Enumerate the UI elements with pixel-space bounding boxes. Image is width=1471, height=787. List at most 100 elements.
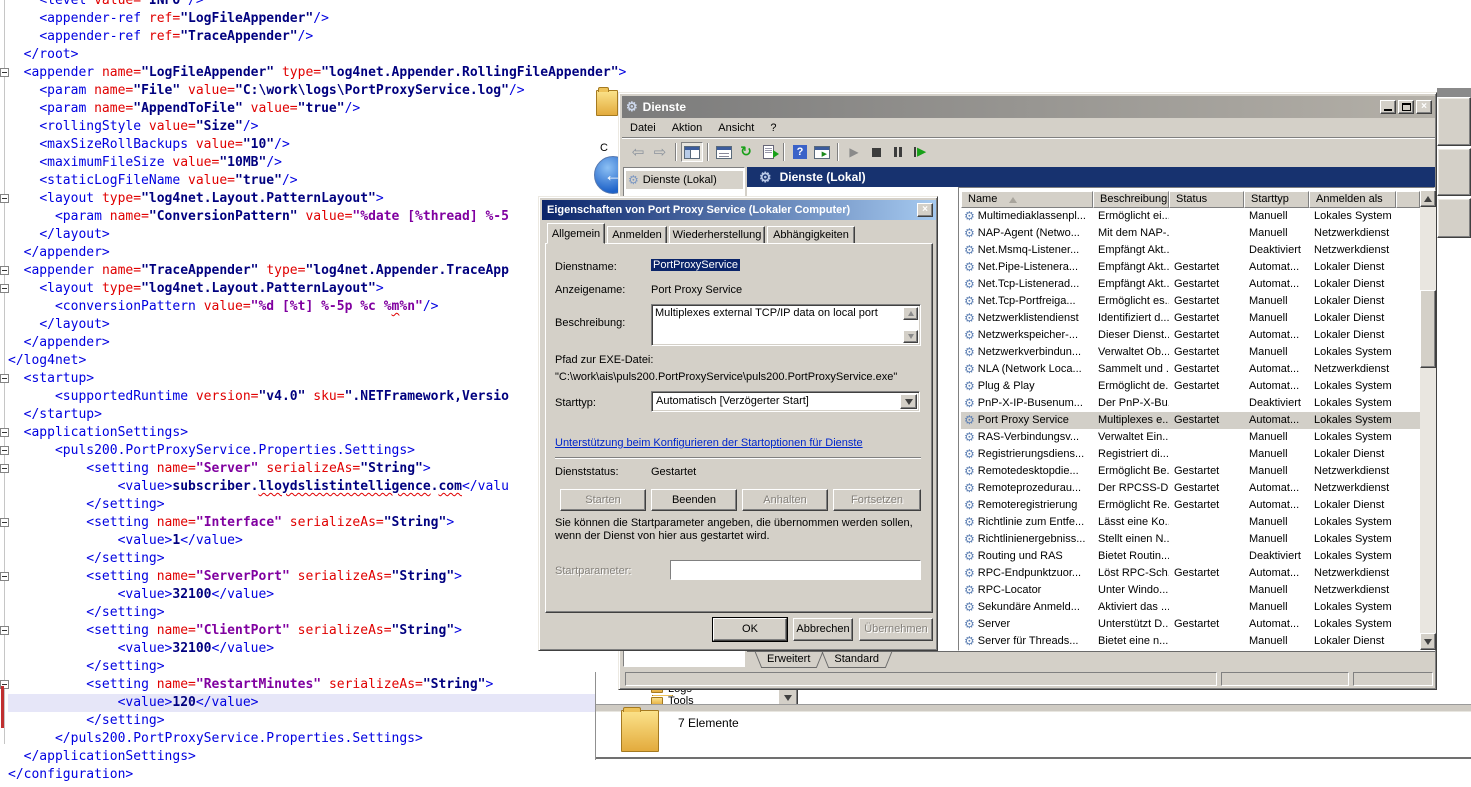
table-row[interactable]: Remotedesktopdie...Ermöglicht Be...Gesta… (961, 463, 1420, 480)
minimize-button[interactable] (1380, 100, 1396, 114)
code-line: </layout> (8, 226, 110, 244)
service-starttype-cell: Automat... (1244, 616, 1309, 633)
service-gear-icon (964, 446, 975, 463)
service-gear-icon (964, 633, 975, 650)
service-logon-cell: Lokaler Dienst (1309, 293, 1396, 310)
tab-abhaengigkeiten[interactable]: Abhängigkeiten (767, 226, 855, 244)
back-button[interactable]: ⇦ (627, 142, 649, 162)
tab-anmelden[interactable]: Anmelden (607, 226, 667, 244)
tab-standard[interactable]: Standard (828, 652, 885, 668)
vertical-scrollbar[interactable] (1420, 190, 1436, 650)
tab-wiederherstellung[interactable]: Wiederherstellung (669, 226, 765, 244)
title-bar[interactable]: Dienste × (622, 96, 1435, 118)
code-line: <setting name="ServerPort" serializeAs="… (8, 568, 462, 586)
service-gear-icon (964, 361, 975, 378)
blank-cell (1396, 327, 1420, 344)
tree-item-dienste-lokal[interactable]: Dienste (Lokal) (626, 171, 743, 189)
table-row[interactable]: NetzwerklistendienstIdentifiziert d...Ge… (961, 310, 1420, 327)
services-header-icon (759, 169, 772, 186)
stop-service-button[interactable] (865, 142, 887, 162)
table-row[interactable]: RPC-LocatorUnter Windo...ManuellNetzwerk… (961, 582, 1420, 599)
scrollbar-thumb[interactable] (1420, 290, 1436, 368)
refresh-button[interactable]: ↻ (735, 142, 757, 162)
table-row[interactable]: Net.Pipe-Listenera...Empfängt Akt...Gest… (961, 259, 1420, 276)
service-description-cell: Multiplexes e... (1093, 412, 1169, 429)
service-logon-cell: Lokales System (1309, 514, 1396, 531)
ok-button[interactable]: OK (713, 618, 787, 641)
tab-slant (755, 652, 761, 668)
pause-service-button[interactable] (887, 142, 909, 162)
properties-button[interactable] (713, 142, 735, 162)
export-list-button[interactable] (757, 142, 779, 162)
scroll-up-button[interactable] (1420, 190, 1436, 207)
service-status-cell (1169, 633, 1244, 650)
service-logon-cell: Netzwerkdienst (1309, 361, 1396, 378)
table-row[interactable]: Plug & PlayErmöglicht de...GestartetAuto… (961, 378, 1420, 395)
dialog-title-bar[interactable]: Eigenschaften von Port Proxy Service (Lo… (542, 200, 936, 220)
forward-arrow-icon: ⇨ (654, 143, 667, 161)
forward-button[interactable]: ⇨ (649, 142, 671, 162)
table-row[interactable]: PnP-X-IP-Busenum...Der PnP-X-Bu...Deakti… (961, 395, 1420, 412)
column-header-anmelden-als[interactable]: Anmelden als (1309, 191, 1396, 208)
maximize-button[interactable] (1398, 100, 1414, 114)
menu-item-hilfe[interactable]: ? (762, 122, 784, 134)
cancel-button[interactable]: Abbrechen (793, 618, 853, 641)
table-row[interactable]: Registrierungsdiens...Registriert di...M… (961, 446, 1420, 463)
service-description-cell: Ermöglicht Re... (1093, 497, 1169, 514)
table-row[interactable]: Net.Msmq-Listener...Empfängt Akt...Deakt… (961, 242, 1420, 259)
table-row[interactable]: Remoteprozedurau...Der RPCSS-Di...Gestar… (961, 480, 1420, 497)
service-gear-icon (964, 412, 975, 429)
chevron-down-icon (784, 695, 792, 701)
code-line: <value>subscriber.lloydslistintelligence… (8, 478, 509, 496)
table-row[interactable]: Net.Tcp-Portfreiga...Ermöglicht es...Ges… (961, 293, 1420, 310)
dialog-close-button[interactable]: × (917, 203, 933, 217)
menu-item-aktion[interactable]: Aktion (664, 122, 711, 134)
scroll-down-button[interactable] (1420, 633, 1436, 650)
apply-button[interactable]: Übernehmen (859, 618, 933, 641)
show-console-tree-button[interactable] (681, 142, 703, 162)
service-status-cell (1169, 514, 1244, 531)
help-button[interactable]: ? (789, 142, 811, 162)
table-row[interactable]: NAP-Agent (Netwo...Mit dem NAP-...Manuel… (961, 225, 1420, 242)
table-row[interactable]: Multimediaklassenpl...Ermöglicht ei...Ma… (961, 208, 1420, 225)
tab-allgemein[interactable]: Allgemein (547, 223, 605, 244)
menu-item-ansicht[interactable]: Ansicht (710, 122, 762, 134)
blank-cell (1396, 446, 1420, 463)
table-row[interactable]: Netzwerkspeicher-...Dieser Dienst...Gest… (961, 327, 1420, 344)
service-gear-icon (964, 208, 975, 225)
column-header-beschreibung[interactable]: Beschreibung (1093, 191, 1169, 208)
column-header-starttyp[interactable]: Starttyp (1244, 191, 1309, 208)
table-row[interactable]: Server für Threads...Bietet eine n...Man… (961, 633, 1420, 650)
menu-item-datei[interactable]: Datei (622, 122, 664, 134)
table-row[interactable]: ServerUnterstützt D...GestartetAutomat..… (961, 616, 1420, 633)
tab-erweitert[interactable]: Erweitert (761, 652, 816, 668)
blank-cell (1396, 259, 1420, 276)
dialog-title: Eigenschaften von Port Proxy Service (Lo… (547, 204, 850, 216)
column-header-blank[interactable] (1396, 191, 1420, 208)
table-row[interactable]: NLA (Network Loca...Sammelt und ...Gesta… (961, 361, 1420, 378)
column-header-name[interactable]: Name (961, 191, 1093, 208)
start-service-button[interactable]: ▶ (843, 142, 865, 162)
service-name-cell: Port Proxy Service (961, 412, 1093, 429)
service-starttype-cell: Automat... (1244, 361, 1309, 378)
table-row[interactable]: RemoteregistrierungErmöglicht Re...Gesta… (961, 497, 1420, 514)
restart-service-button[interactable]: ▶ (909, 142, 931, 162)
close-button[interactable]: × (1416, 100, 1432, 114)
service-gear-icon (964, 514, 975, 531)
table-row[interactable]: RPC-Endpunktzuor...Löst RPC-Sch...Gestar… (961, 565, 1420, 582)
table-row[interactable]: RAS-Verbindungsv...Verwaltet Ein...Manue… (961, 429, 1420, 446)
table-row[interactable]: Port Proxy ServiceMultiplexes e...Gestar… (961, 412, 1420, 429)
service-starttype-cell: Manuell (1244, 633, 1309, 650)
table-row[interactable]: Netzwerkverbindun...Verwaltet Ob...Gesta… (961, 344, 1420, 361)
extended-view-button[interactable] (811, 142, 833, 162)
service-logon-cell: Lokaler Dienst (1309, 633, 1396, 650)
service-starttype-cell: Deaktiviert (1244, 242, 1309, 259)
table-row[interactable]: Routing und RASBietet Routin...Deaktivie… (961, 548, 1420, 565)
table-row[interactable]: Richtlinienergebniss...Stellt einen N...… (961, 531, 1420, 548)
service-description-cell: Ermöglicht Be... (1093, 463, 1169, 480)
column-header-status[interactable]: Status (1169, 191, 1244, 208)
table-row[interactable]: Net.Tcp-Listenerad...Empfängt Akt...Gest… (961, 276, 1420, 293)
table-row[interactable]: Sekundäre Anmeld...Aktiviert das ...Manu… (961, 599, 1420, 616)
table-row[interactable]: Richtlinie zum Entfe...Lässt eine Ko...M… (961, 514, 1420, 531)
service-gear-icon (964, 293, 975, 310)
